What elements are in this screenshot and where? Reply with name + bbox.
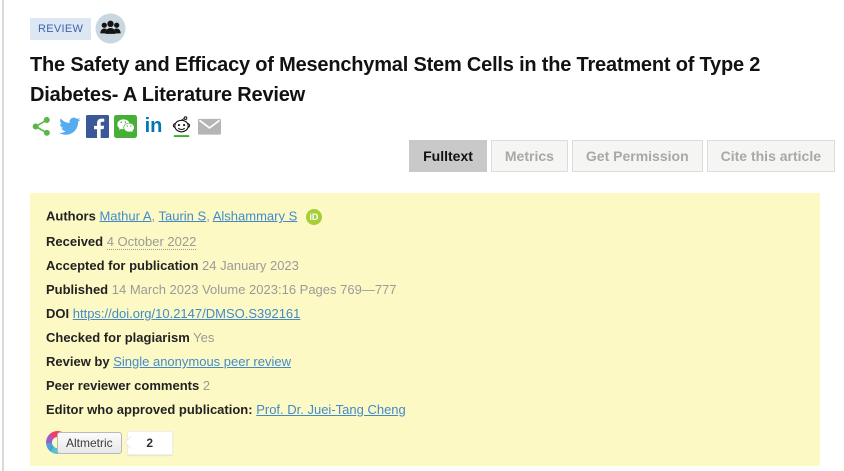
- email-icon[interactable]: [198, 115, 221, 138]
- reddit-icon[interactable]: [170, 115, 193, 138]
- published-label: Published: [46, 282, 108, 297]
- linkedin-icon[interactable]: in: [142, 115, 165, 138]
- doi-label: DOI: [46, 306, 69, 321]
- editor-label: Editor who approved publication:: [46, 402, 253, 417]
- author-separator: ,: [152, 208, 159, 223]
- received-row: Received 4 October 2022: [46, 235, 804, 249]
- editor-link[interactable]: Prof. Dr. Juei-Tang Cheng: [256, 402, 406, 417]
- author-link-taurin[interactable]: Taurin S: [159, 208, 207, 223]
- doi-row: DOI https://doi.org/10.2147/DMSO.S392161: [46, 307, 804, 321]
- wechat-icon[interactable]: [114, 115, 137, 138]
- peer-comments-label: Peer reviewer comments: [46, 378, 199, 393]
- published-row: Published 14 March 2023 Volume 2023:16 P…: [46, 283, 804, 297]
- accepted-row: Accepted for publication 24 January 2023: [46, 259, 804, 273]
- tab-metrics[interactable]: Metrics: [491, 140, 568, 172]
- author-link-mathur[interactable]: Mathur A: [99, 208, 151, 223]
- article-page: REVIEW The Safety and Efficacy of Mesenc…: [0, 0, 844, 471]
- authors-label: Authors: [46, 208, 96, 223]
- share-icon[interactable]: [30, 115, 53, 138]
- group-people-icon: [95, 13, 126, 44]
- received-date: 4 October 2022: [107, 234, 197, 250]
- orcid-icon[interactable]: iD: [306, 209, 322, 225]
- accepted-label: Accepted for publication: [46, 258, 198, 273]
- article-meta-box: Authors Mathur A, Taurin S, Alshammary S…: [30, 193, 820, 466]
- tab-get-permission[interactable]: Get Permission: [572, 140, 703, 172]
- altmetric-badge[interactable]: Altmetric 2: [46, 431, 804, 454]
- page-title: The Safety and Efficacy of Mesenchymal S…: [30, 50, 775, 110]
- plagiarism-label: Checked for plagiarism: [46, 330, 190, 345]
- peer-comments-row: Peer reviewer comments 2: [46, 379, 804, 393]
- editor-row: Editor who approved publication: Prof. D…: [46, 403, 804, 417]
- altmetric-label: Altmetric: [57, 432, 122, 454]
- review-by-row: Review by Single anonymous peer review: [46, 355, 804, 369]
- author-link-alshammary[interactable]: Alshammary S: [213, 208, 298, 223]
- review-by-label: Review by: [46, 354, 110, 369]
- tab-cite-this-article[interactable]: Cite this article: [707, 140, 835, 172]
- page-left-border: [2, 0, 4, 471]
- review-category-badge[interactable]: REVIEW: [30, 18, 91, 40]
- twitter-icon[interactable]: [58, 115, 81, 138]
- authors-row: Authors Mathur A, Taurin S, Alshammary S…: [46, 209, 804, 225]
- plagiarism-value: Yes: [193, 330, 214, 345]
- review-by-link[interactable]: Single anonymous peer review: [113, 354, 291, 369]
- tab-fulltext[interactable]: Fulltext: [409, 140, 487, 172]
- received-label: Received: [46, 234, 103, 249]
- article-category-row: REVIEW: [30, 13, 126, 44]
- facebook-icon[interactable]: [86, 115, 109, 138]
- article-tab-bar: Fulltext Metrics Get Permission Cite thi…: [409, 140, 835, 172]
- doi-link[interactable]: https://doi.org/10.2147/DMSO.S392161: [73, 306, 301, 321]
- published-details: 14 March 2023 Volume 2023:16 Pages 769—7…: [112, 282, 397, 297]
- plagiarism-row: Checked for plagiarism Yes: [46, 331, 804, 345]
- social-share-row: in: [30, 115, 221, 138]
- peer-comments-value: 2: [203, 378, 210, 393]
- accepted-date: 24 January 2023: [202, 258, 299, 273]
